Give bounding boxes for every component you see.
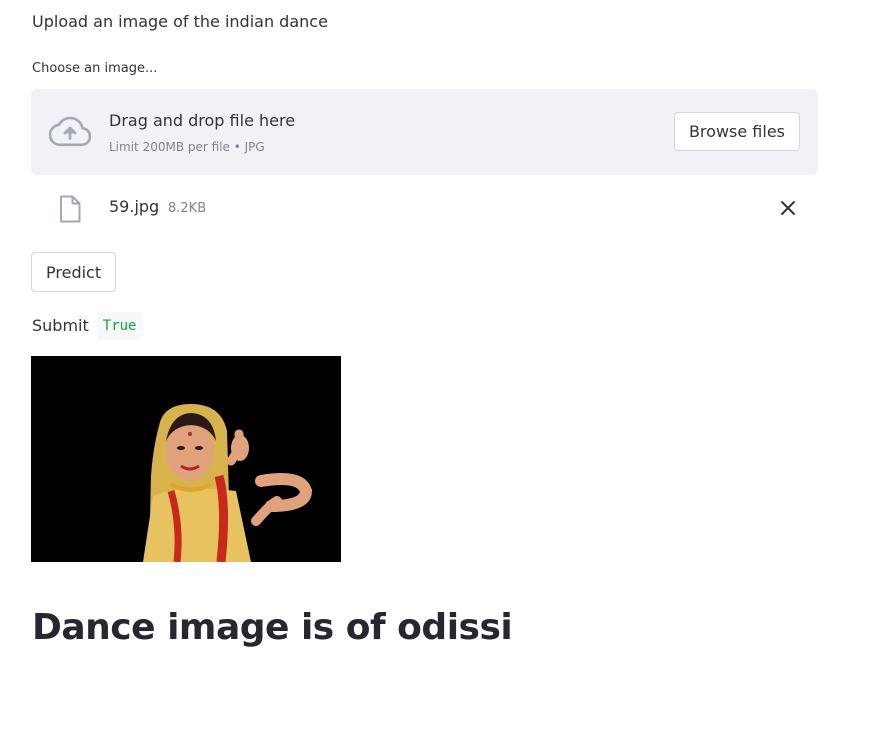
submit-value: True — [96, 312, 143, 340]
prediction-result-heading: Dance image is of odissi — [32, 607, 513, 648]
intro-text: Upload an image of the indian dance — [32, 12, 328, 31]
close-icon[interactable] — [779, 199, 797, 217]
uploaded-dance-image — [31, 356, 341, 562]
browse-files-button[interactable]: Browse files — [673, 112, 800, 151]
uploaded-file-name: 59.jpg — [109, 197, 160, 216]
dance-photo — [31, 356, 341, 562]
submit-label: Submit — [32, 316, 89, 335]
submit-status: Submit True — [32, 312, 143, 340]
file-dropzone[interactable]: Drag and drop file here Limit 200MB per … — [31, 89, 818, 175]
dropzone-limit-text: Limit 200MB per file • JPG — [109, 140, 265, 154]
uploaded-file-size: 8.2KB — [168, 201, 207, 216]
predict-button[interactable]: Predict — [31, 252, 117, 292]
file-uploader-label: Choose an image... — [32, 61, 158, 76]
cloud-upload-icon — [49, 116, 91, 147]
file-icon — [60, 195, 81, 223]
uploaded-file-row: 59.jpg 8.2KB — [31, 189, 818, 227]
app-page: Upload an image of the indian dance Choo… — [0, 0, 872, 748]
dropzone-title: Drag and drop file here — [109, 111, 296, 130]
